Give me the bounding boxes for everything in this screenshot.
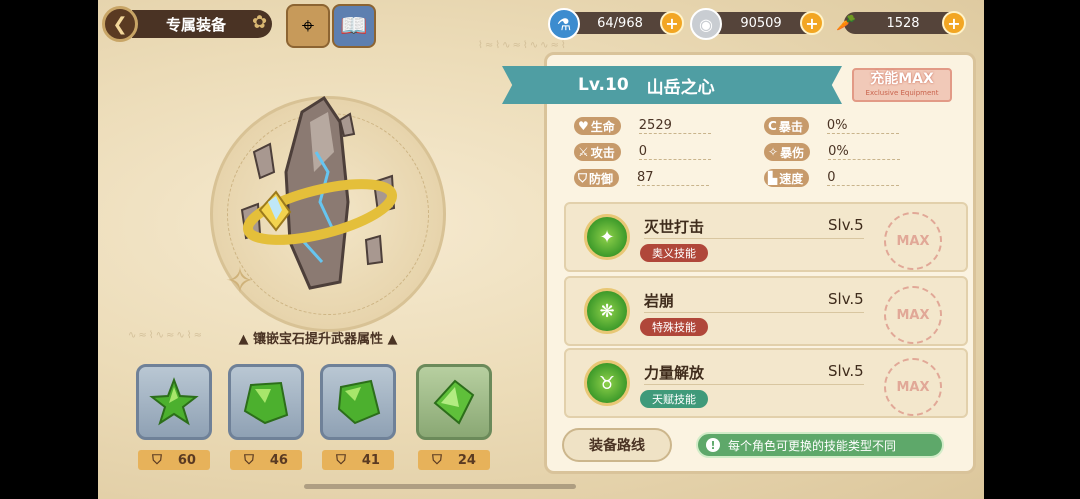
compass-menu-button[interactable]: ⌖	[286, 4, 330, 48]
stat-speed-value: 0	[827, 170, 900, 186]
exclamation-icon: !	[706, 438, 720, 452]
green-diamond-gem-icon	[433, 379, 475, 425]
stat-crit: C 暴击 0%	[764, 116, 899, 136]
stat-speed: ▙ 速度 0	[764, 168, 900, 188]
crit-icon: C	[768, 119, 777, 133]
sword-icon: ⚔	[578, 145, 589, 159]
talent-skill-icon: ♉	[584, 360, 630, 406]
stamina-counter: ⚗ 64/968 +	[548, 8, 684, 40]
shield-icon: ⛉	[152, 452, 162, 468]
boot-icon: ▙	[768, 171, 778, 185]
gem-slot-3[interactable]	[320, 364, 396, 440]
gem-slot-4[interactable]	[416, 364, 492, 440]
coin-icon: ◉	[690, 8, 722, 40]
potion-icon: ⚗	[548, 8, 580, 40]
gem-slot-4-value: ⛉ 24	[418, 450, 490, 470]
skill-name: 灭世打击	[644, 218, 705, 236]
gem-caption: ▲ 镶嵌宝石提升武器属性 ▲	[238, 332, 398, 347]
back-button[interactable]: ❮	[102, 6, 138, 42]
stat-def: ⛉ 防御 87	[574, 168, 710, 188]
shield-icon: ⛉	[578, 170, 588, 185]
stat-hp: ♥ 生命 2529	[574, 116, 711, 136]
skill-name: 力量解放	[644, 364, 705, 382]
heart-icon: ♥	[578, 119, 589, 133]
page-title-bar: 专属装备	[132, 10, 272, 38]
carrot-value: 1528	[886, 15, 920, 31]
max-stamp-icon: MAX	[884, 212, 942, 270]
shield-icon: ⛉	[432, 452, 442, 468]
equipment-name: 山岳之心	[646, 77, 715, 98]
crit-damage-icon: ✧	[768, 145, 779, 159]
charge-max-badge: 充能MAX Exclusive Equipment	[852, 68, 952, 102]
skill-type-tag: 特殊技能	[640, 318, 708, 336]
gem-slot-3-value: ⛉ 41	[322, 450, 394, 470]
max-stamp-icon: MAX	[884, 358, 942, 416]
green-crystal-gem-icon	[337, 379, 381, 425]
equipment-level: Lv.10	[578, 75, 629, 95]
charge-max-subtitle: Exclusive Equipment	[865, 89, 939, 97]
gem-slot-2[interactable]	[228, 364, 304, 440]
page-title: 专属装备	[166, 15, 227, 34]
shield-icon: ⛉	[244, 452, 254, 468]
equipment-name-ribbon: Lv.10 山岳之心	[502, 66, 842, 104]
background-scribble: ∿≈⌇∿≈∿⌇≈	[128, 330, 205, 341]
skill-level: Slv.5	[828, 362, 864, 380]
skill-card-1[interactable]: ✦ 灭世打击 Slv.5 奥义技能 MAX	[564, 202, 968, 272]
add-silver-button[interactable]: +	[800, 11, 824, 35]
stat-atk-value: 0	[638, 144, 711, 160]
silver-value: 90509	[740, 15, 782, 31]
gem-slot-1-value: ⛉ 60	[138, 450, 210, 470]
book-menu-button[interactable]: 📖	[332, 4, 376, 48]
stat-crit-damage-value: 0%	[828, 144, 901, 160]
compass-decoration-icon: ✧	[224, 261, 256, 302]
skill-level: Slv.5	[828, 216, 864, 234]
gem-slot-1[interactable]	[136, 364, 212, 440]
back-arrow-icon: ❮	[112, 13, 128, 35]
silver-counter: ◉ 90509 +	[690, 8, 824, 40]
gem-caption-text: 镶嵌宝石提升武器属性	[252, 332, 383, 347]
compass-icon: ⌖	[301, 13, 315, 39]
info-notice-text: 每个角色可更换的技能类型不同	[728, 438, 897, 453]
stat-crit-value: 0%	[826, 118, 899, 134]
carrot-counter: 🥕 1528 +	[836, 11, 966, 35]
stamina-value: 64/968	[597, 15, 643, 31]
equipment-route-button[interactable]: 装备路线	[562, 428, 672, 462]
home-indicator[interactable]	[304, 484, 576, 489]
skill-level: Slv.5	[828, 290, 864, 308]
special-skill-icon: ❋	[584, 288, 630, 334]
stat-atk: ⚔ 攻击 0	[574, 142, 711, 162]
skill-card-2[interactable]: ❋ 岩崩 Slv.5 特殊技能 MAX	[564, 276, 968, 346]
stat-hp-value: 2529	[638, 118, 711, 134]
green-star-gem-icon	[149, 377, 199, 426]
ultimate-skill-icon: ✦	[584, 214, 630, 260]
book-icon: 📖	[340, 13, 368, 39]
add-carrot-button[interactable]: +	[942, 11, 966, 35]
charge-max-title: 充能MAX	[870, 71, 934, 87]
stat-def-value: 87	[637, 170, 710, 186]
skill-type-tag: 奥义技能	[640, 244, 708, 262]
flower-icon: ✿	[252, 12, 268, 33]
shield-icon: ⛉	[336, 452, 346, 468]
gem-slot-2-value: ⛉ 46	[230, 450, 302, 470]
background-scribble: ⌇≈⌇∿≈⌇∿∿≈⌇	[478, 40, 568, 51]
skill-type-tag: 天赋技能	[640, 390, 708, 408]
green-crystal-gem-icon	[243, 381, 289, 425]
skill-name: 岩崩	[644, 292, 675, 310]
info-notice: ! 每个角色可更换的技能类型不同	[696, 432, 944, 458]
carrot-icon: 🥕	[836, 12, 856, 32]
max-stamp-icon: MAX	[884, 286, 942, 344]
stat-crit-damage: ✧ 暴伤 0%	[764, 142, 901, 162]
game-screen: ⌇≈⌇∿≈⌇∿∿≈⌇ ∿≈⌇∿≈∿⌇≈ 专属装备 ❮ ✿ ⌖ 📖 ⚗ 64/96…	[98, 0, 984, 499]
skill-card-3[interactable]: ♉ 力量解放 Slv.5 天赋技能 MAX	[564, 348, 968, 418]
add-stamina-button[interactable]: +	[660, 11, 684, 35]
